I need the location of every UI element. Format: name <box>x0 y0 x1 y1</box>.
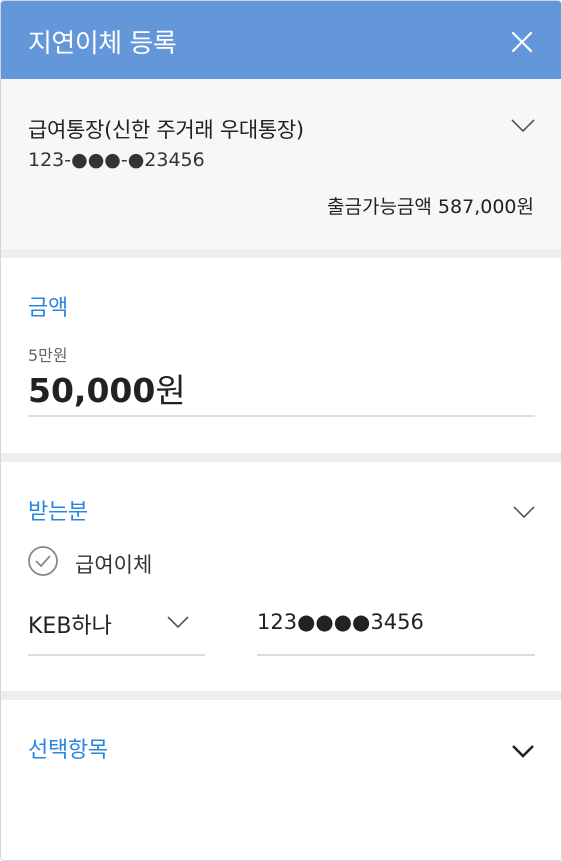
chevron-down-icon[interactable] <box>167 616 189 628</box>
recipient-section: 받는분 급여이체 KEB하나 123●●●●3456 <box>1 462 561 691</box>
amount-section: 금액 5만원 50,000원 <box>1 258 561 453</box>
amount-korean: 5만원 <box>28 346 68 365</box>
salary-transfer-label: 급여이체 <box>75 553 153 577</box>
chevron-down-icon[interactable] <box>511 119 535 133</box>
check-circle-icon[interactable] <box>28 546 58 576</box>
chevron-down-icon[interactable] <box>511 744 535 758</box>
amount-input[interactable]: 50,000원 <box>28 364 186 412</box>
bank-select[interactable]: KEB하나 <box>28 608 112 640</box>
options-title: 선택항목 <box>28 738 108 763</box>
available-balance: 출금가능금액 587,000원 <box>327 196 534 218</box>
amount-title: 금액 <box>28 296 68 321</box>
recipient-title: 받는분 <box>28 500 88 525</box>
dialog-title: 지연이체 등록 <box>28 29 177 59</box>
recipient-account-input[interactable]: 123●●●●3456 <box>257 610 424 634</box>
chevron-down-icon[interactable] <box>513 506 535 518</box>
dialog-header: 지연이체 등록 <box>1 1 561 79</box>
section-divider <box>1 249 561 258</box>
account-underline <box>257 654 535 656</box>
amount-value: 50,000 <box>28 371 156 410</box>
bank-underline <box>28 654 205 656</box>
account-name: 급여통장(신한 주거래 우대통장) <box>28 118 304 142</box>
close-icon[interactable] <box>507 27 537 57</box>
amount-underline <box>28 415 535 417</box>
account-number: 123-●●●-●23456 <box>28 149 205 171</box>
withdraw-account-selector[interactable]: 급여통장(신한 주거래 우대통장) 123-●●●-●23456 출금가능금액 … <box>1 79 561 249</box>
section-divider <box>1 691 561 700</box>
section-divider <box>1 453 561 462</box>
dialog: 지연이체 등록 급여통장(신한 주거래 우대통장) 123-●●●-●23456… <box>0 0 562 861</box>
amount-unit: 원 <box>155 371 186 410</box>
options-section[interactable]: 선택항목 <box>1 700 561 860</box>
